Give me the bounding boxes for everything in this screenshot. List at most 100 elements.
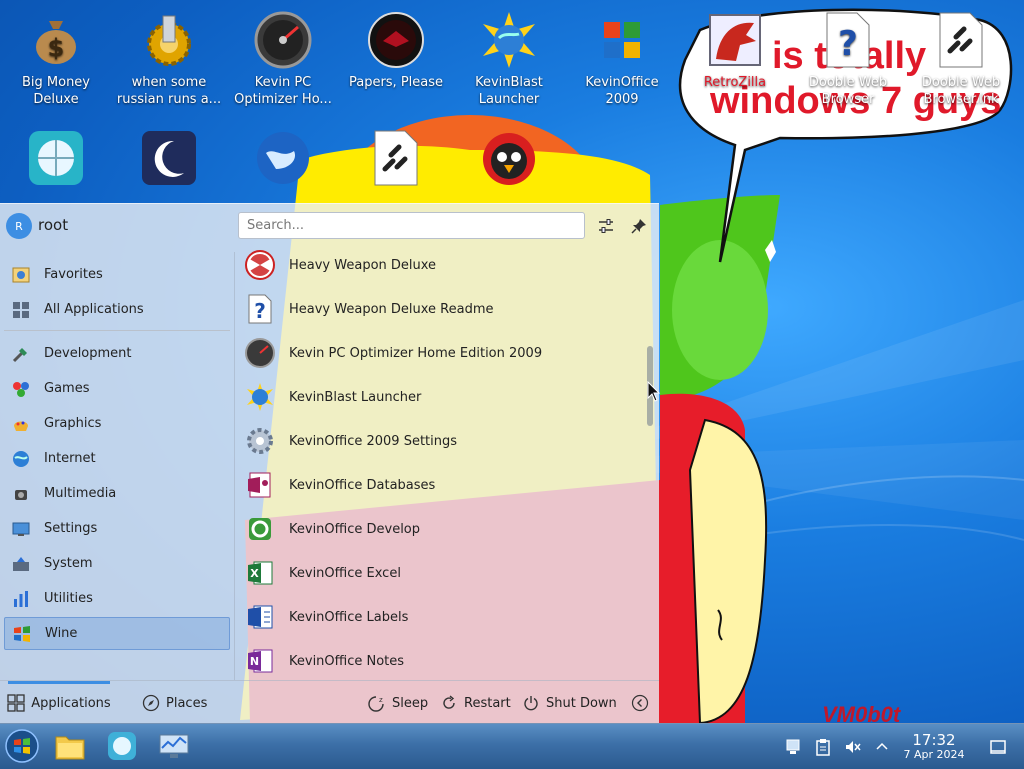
- category-label: All Applications: [44, 302, 144, 317]
- question-doc-icon: ?: [818, 10, 878, 70]
- link-doc-icon: [366, 128, 426, 188]
- angry-bird-icon: [479, 128, 539, 188]
- app-item-kevin-pc-optimizer[interactable]: Kevin PC Optimizer Home Edition 2009: [242, 331, 642, 375]
- sleep-button[interactable]: z Sleep: [368, 681, 428, 725]
- desktop-icon-kevinoffice-2009[interactable]: KevinOffice 2009: [566, 4, 678, 108]
- category-development[interactable]: Development: [4, 337, 230, 370]
- desktop-icon-dooble[interactable]: ? Dooble Web Browser: [792, 4, 904, 108]
- category-label: Favorites: [44, 267, 103, 282]
- app-label: KevinOffice Labels: [289, 609, 409, 625]
- more-actions-button[interactable]: [631, 681, 655, 725]
- category-system[interactable]: System: [4, 547, 230, 580]
- tray-network[interactable]: [782, 724, 804, 769]
- tab-applications-label: Applications: [31, 695, 111, 711]
- clock-date[interactable]: 7 Apr 2024: [896, 748, 972, 761]
- tab-applications[interactable]: Applications: [4, 681, 114, 725]
- wine-icon: [11, 623, 33, 645]
- file-manager-icon: [55, 736, 85, 760]
- app-item-kevinoffice-settings[interactable]: KevinOffice 2009 Settings: [242, 419, 642, 463]
- app-list-scrollbar[interactable]: [646, 254, 654, 678]
- desktop-icon-label: Kevin PC Optimizer Ho...: [234, 75, 332, 107]
- app-item-kevinoffice-databases[interactable]: KevinOffice Databases: [242, 463, 642, 507]
- app-item-heavy-weapon-readme[interactable]: ? Heavy Weapon Deluxe Readme: [242, 287, 642, 331]
- utilities-icon: [10, 588, 32, 610]
- category-games[interactable]: Games: [4, 372, 230, 405]
- app-item-kevinblast-launcher[interactable]: KevinBlast Launcher: [242, 375, 642, 419]
- graphics-icon: [10, 413, 32, 435]
- svg-text:N: N: [250, 655, 259, 668]
- category-internet[interactable]: Internet: [4, 442, 230, 475]
- taskbar-browser[interactable]: [103, 727, 141, 765]
- desktop-icon-label: Dooble Web Browser: [808, 75, 888, 107]
- category-list: Favorites All Applications Development G…: [0, 252, 234, 680]
- compass-icon: [142, 694, 160, 712]
- sliders-icon: [599, 219, 613, 233]
- pin-button[interactable]: [628, 215, 650, 237]
- desktop-icon-dooble-lnk[interactable]: Dooble Web Browser.lnk: [905, 4, 1017, 108]
- desktop-icon-kevin-pc-optimizer[interactable]: Kevin PC Optimizer Ho...: [227, 4, 339, 108]
- svg-text:z: z: [379, 696, 383, 704]
- favorites-icon: [10, 264, 32, 286]
- retrozilla-icon: [705, 10, 765, 70]
- tray-expand[interactable]: [872, 724, 892, 769]
- category-label: Development: [44, 346, 132, 361]
- tray-volume[interactable]: [842, 724, 864, 769]
- category-all-applications[interactable]: All Applications: [4, 293, 230, 326]
- avatar[interactable]: R: [6, 213, 32, 239]
- category-wine[interactable]: Wine: [4, 617, 230, 650]
- desktop-icon-row2-moon[interactable]: [113, 122, 225, 192]
- tab-places-label: Places: [166, 695, 208, 711]
- tray-clipboard[interactable]: [812, 724, 834, 769]
- app-label: Heavy Weapon Deluxe Readme: [289, 301, 494, 317]
- category-graphics[interactable]: Graphics: [4, 407, 230, 440]
- clipboard-icon: [816, 738, 830, 756]
- start-button[interactable]: [3, 727, 41, 765]
- app-item-kevinoffice-develop[interactable]: KevinOffice Develop: [242, 507, 642, 551]
- category-utilities[interactable]: Utilities: [4, 582, 230, 615]
- sleep-label: Sleep: [392, 695, 429, 711]
- category-favorites[interactable]: Favorites: [4, 258, 230, 291]
- develop-icon: [244, 513, 276, 545]
- restart-button[interactable]: Restart: [440, 681, 511, 725]
- app-item-kevinoffice-excel[interactable]: X KevinOffice Excel: [242, 551, 642, 595]
- desktop-icon-row2-link[interactable]: [340, 122, 452, 192]
- category-label: Settings: [44, 521, 98, 536]
- desktop-icon-row2-bird[interactable]: [453, 122, 565, 192]
- globe-icon: [26, 128, 86, 188]
- link-doc-icon: [931, 10, 991, 70]
- desktop-icon-row2-globe[interactable]: [0, 122, 112, 192]
- desktop-icon-kevinblast[interactable]: KevinBlast Launcher: [453, 4, 565, 108]
- search-input[interactable]: [245, 217, 549, 234]
- app-label: KevinBlast Launcher: [289, 389, 422, 405]
- app-item-kevinoffice-labels[interactable]: KevinOffice Labels: [242, 595, 642, 639]
- app-item-kevinoffice-notes[interactable]: N KevinOffice Notes: [242, 639, 642, 680]
- internet-icon: [10, 448, 32, 470]
- configure-button[interactable]: [595, 215, 617, 237]
- taskbar: [0, 723, 1024, 769]
- clock-time[interactable]: 17:32: [902, 731, 966, 749]
- show-desktop-button[interactable]: [986, 724, 1010, 769]
- category-separator: [4, 330, 230, 331]
- desktop-icon-papers-please[interactable]: Papers, Please: [340, 4, 452, 91]
- desktop-icon-russian[interactable]: when some russian runs a...: [113, 4, 225, 108]
- username: root: [38, 216, 69, 234]
- network-icon: [786, 739, 800, 754]
- tab-places[interactable]: Places: [142, 681, 207, 725]
- development-icon: [10, 343, 32, 365]
- app-label: KevinOffice Develop: [289, 521, 421, 537]
- desktop-icon-retrozilla[interactable]: RetroZilla: [679, 4, 791, 91]
- svg-text:?: ?: [838, 24, 858, 64]
- start-orb-icon: [5, 729, 39, 763]
- taskbar-system-monitor[interactable]: [155, 727, 193, 765]
- taskbar-file-manager[interactable]: [51, 727, 89, 765]
- search-box[interactable]: [238, 212, 585, 239]
- desktop-icon-big-money-deluxe[interactable]: $ Big Money Deluxe: [0, 4, 112, 108]
- category-multimedia[interactable]: Multimedia: [4, 477, 230, 510]
- desktop-icon-label: KevinBlast Launcher: [475, 75, 543, 107]
- category-settings[interactable]: Settings: [4, 512, 230, 545]
- app-item-heavy-weapon-deluxe[interactable]: Heavy Weapon Deluxe: [242, 248, 642, 287]
- desktop-icon-row2-earth[interactable]: [227, 122, 339, 192]
- application-launcher: R root Favorites All Applications Develo…: [0, 203, 659, 724]
- category-label: System: [44, 556, 93, 571]
- shutdown-button[interactable]: Shut Down: [522, 681, 617, 725]
